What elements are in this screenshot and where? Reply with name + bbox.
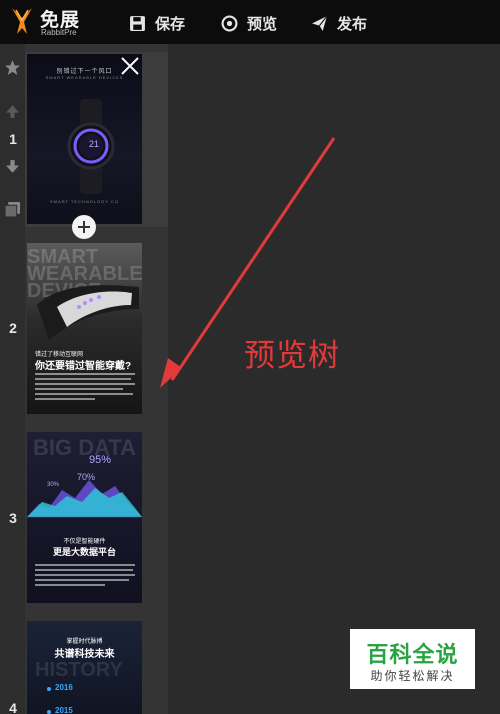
top-toolbar: 免展 RabbitPre 保存 预览 发布 [0,0,500,44]
editor-app: 免展 RabbitPre 保存 预览 发布 1 别错过下一个风口 SMART W… [0,0,500,714]
page4-heading: 共谱科技未来 [54,649,115,660]
timeline-year-2: 2015 [55,706,73,714]
preview-button[interactable]: 预览 [221,12,277,34]
page-number: 4 [9,700,17,714]
page-thumbnail-2[interactable]: SMART WEARABLE DEVICE 错过了移动互联网 你还要错过智能穿戴… [27,243,142,414]
copy-page-icon[interactable] [4,201,21,218]
page3-percent-1: 95% [89,454,112,466]
page4-big-text: HISTORY [35,659,123,681]
save-button[interactable]: 保存 [129,12,185,34]
save-icon [130,15,145,31]
page-number: 1 [9,131,17,147]
page-number: 3 [9,510,17,526]
save-label: 保存 [155,14,186,33]
page-thumbnail-4[interactable]: 掌握时代脉搏 共谱科技未来 HISTORY 2016 2015 [27,621,142,714]
logo-subtitle: RabbitPre [41,28,77,37]
page2-body-text [35,373,135,403]
page-number: 2 [9,320,17,336]
send-icon [312,15,328,31]
watermark: 百科全说 助你轻松解决 [350,629,475,689]
publish-label: 发布 [337,14,368,33]
preview-icon [221,15,238,31]
move-down-icon[interactable] [4,158,21,175]
move-up-icon[interactable] [4,103,21,120]
close-icon[interactable] [119,55,141,77]
app-logo[interactable]: 免展 RabbitPre [8,4,98,40]
page2-question: 你还要错过智能穿戴? [35,361,132,372]
annotation-label: 预览树 [244,338,340,374]
timeline-year-1: 2016 [55,683,73,692]
page3-caption-small: 不仅是智能硬件 [63,539,106,545]
page-thumbnail-1[interactable]: 别错过下一个风口 SMART WEARABLE DEVICES 21 SMART… [27,54,142,224]
area-chart-graphic [27,480,142,518]
watermark-subtitle: 助你轻松解决 [370,669,455,683]
page-thumbnail-3[interactable]: BIG DATA 95% 70% 30% 不仅是智能硬件 更是大数据平台 [27,432,142,603]
watch-time: 21 [88,139,99,149]
page1-footer: SMART TECHNOLOGY CO [50,199,119,204]
page3-big-text: BIG DATA [33,435,137,460]
star-icon[interactable] [4,59,21,76]
page3-body-text [35,564,135,589]
watermark-title: 百科全说 [366,642,459,667]
preview-label: 预览 [247,14,278,33]
page4-heading-small: 掌握时代脉搏 [66,639,103,645]
publish-button[interactable]: 发布 [311,12,367,34]
page3-caption: 更是大数据平台 [52,547,116,557]
add-page-button[interactable] [72,215,96,239]
timeline-dot [47,687,51,691]
timeline-dot [47,710,51,714]
rabbit-logo-icon [12,8,32,34]
wristband-illustration [37,285,139,340]
